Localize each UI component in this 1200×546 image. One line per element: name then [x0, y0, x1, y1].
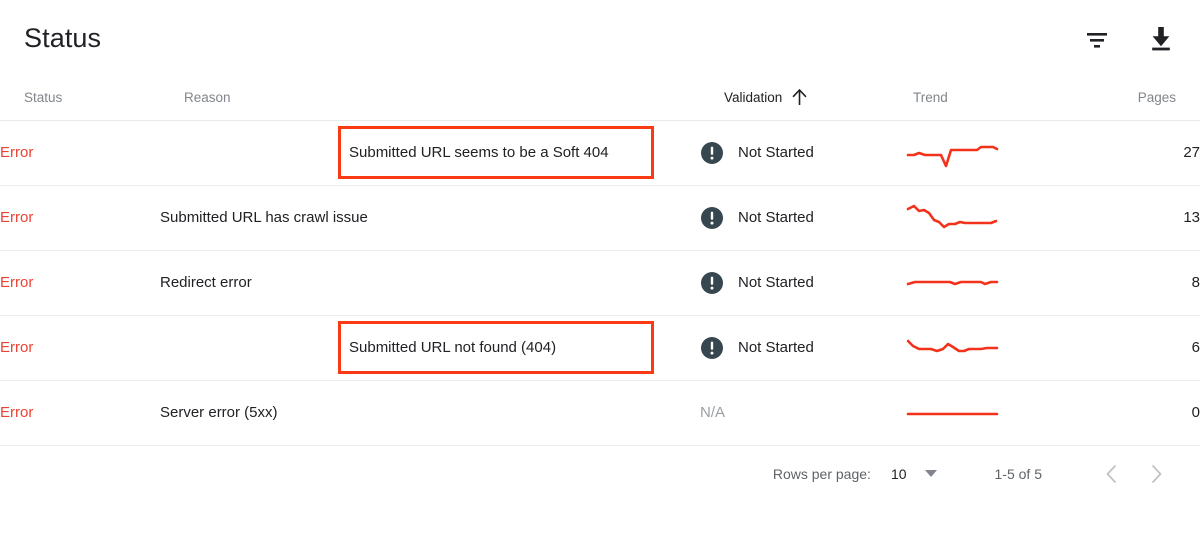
cell-status: Error — [0, 209, 34, 226]
validation-status-text: N/A — [700, 403, 726, 421]
download-button[interactable] — [1144, 21, 1178, 55]
table-row[interactable]: Error Server error (5xx) N/A 0 — [0, 380, 1200, 445]
status-table: Status Reason Validation Trend Pages Err… — [0, 76, 1200, 446]
column-header-status[interactable]: Status — [0, 76, 160, 121]
filter-icon — [1087, 33, 1107, 48]
reason-highlight-box: Submitted URL seems to be a Soft 404 — [338, 126, 654, 179]
trend-sparkline — [906, 145, 999, 167]
cell-reason: Submitted URL has crawl issue — [160, 185, 700, 250]
validation-status-text: Not Started — [738, 209, 814, 226]
cell-validation: Not Started — [700, 250, 905, 315]
cell-status: Error — [0, 404, 34, 421]
column-header-status-label: Status — [24, 90, 63, 106]
previous-page-button[interactable] — [1090, 452, 1134, 496]
column-header-validation-label: Validation — [724, 90, 783, 106]
rows-per-page-select[interactable]: 10 — [891, 466, 937, 482]
cell-pages: 8 — [1191, 274, 1200, 291]
table-pagination: Rows per page: 10 1-5 of 5 — [0, 446, 1200, 502]
cell-reason: Redirect error — [160, 250, 700, 315]
cell-status: Error — [0, 339, 34, 356]
cell-reason: Submitted URL not found (404) — [160, 315, 700, 380]
cell-pages: 13 — [1183, 209, 1200, 226]
table-header: Status Reason Validation Trend Pages — [0, 76, 1200, 121]
trend-sparkline — [906, 280, 999, 285]
cell-reason: Submitted URL seems to be a Soft 404 — [160, 120, 700, 185]
validation-status-text: Not Started — [738, 144, 814, 161]
cell-trend — [905, 185, 1080, 250]
reason-text: Submitted URL has crawl issue — [160, 209, 368, 226]
column-header-trend-label: Trend — [913, 90, 948, 106]
table-row[interactable]: Error Submitted URL seems to be a Soft 4… — [0, 120, 1200, 185]
header-actions — [1080, 21, 1178, 55]
download-icon — [1152, 27, 1170, 51]
reason-text: Redirect error — [160, 274, 252, 291]
table-body: Error Submitted URL seems to be a Soft 4… — [0, 120, 1200, 445]
filter-button[interactable] — [1080, 21, 1114, 55]
chevron-down-icon — [924, 470, 937, 477]
cell-status: Error — [0, 144, 34, 161]
cell-validation: Not Started — [700, 120, 905, 185]
column-header-validation[interactable]: Validation — [700, 76, 905, 121]
reason-highlight-box: Submitted URL not found (404) — [338, 321, 654, 374]
column-header-reason-label: Reason — [184, 90, 231, 106]
cell-pages: 27 — [1183, 144, 1200, 161]
cell-pages: 6 — [1191, 339, 1200, 356]
reason-text: Submitted URL not found (404) — [349, 339, 557, 356]
trend-sparkline — [906, 204, 998, 228]
column-header-pages-label: Pages — [1137, 90, 1176, 106]
exclamation-circle-icon — [701, 271, 723, 294]
cell-validation: Not Started — [700, 315, 905, 380]
page-title: Status — [24, 22, 102, 53]
cell-trend — [905, 250, 1080, 315]
exclamation-circle-icon — [701, 336, 723, 359]
trend-sparkline — [906, 339, 999, 352]
status-page: Status Status Reason Validation Trend Pa… — [0, 0, 1200, 546]
exclamation-circle-icon — [701, 206, 723, 229]
cell-trend — [905, 380, 1080, 445]
cell-pages: 0 — [1191, 404, 1200, 421]
trend-sparkline — [906, 412, 999, 415]
arrow-up-icon — [791, 88, 808, 107]
cell-status: Error — [0, 274, 34, 291]
pagination-range-label: 1-5 of 5 — [994, 465, 1042, 482]
chevron-right-icon — [1152, 464, 1162, 483]
validation-status-text: Not Started — [738, 339, 814, 356]
chevron-left-icon — [1106, 464, 1116, 483]
rows-per-page-label: Rows per page: — [772, 465, 871, 482]
column-header-trend[interactable]: Trend — [905, 76, 1080, 121]
cell-reason: Server error (5xx) — [160, 380, 700, 445]
table-row[interactable]: Error Redirect error Not Started 8 — [0, 250, 1200, 315]
validation-status-text: Not Started — [738, 274, 814, 291]
table-row[interactable]: Error Submitted URL has crawl issue Not … — [0, 185, 1200, 250]
cell-trend — [905, 315, 1080, 380]
cell-validation: Not Started — [700, 185, 905, 250]
column-header-pages[interactable]: Pages — [1080, 76, 1200, 121]
cell-validation: N/A — [700, 380, 905, 445]
exclamation-circle-icon — [701, 141, 723, 164]
cell-trend — [905, 120, 1080, 185]
table-header-row: Status Reason Validation Trend Pages — [0, 76, 1200, 121]
page-header: Status — [0, 0, 1200, 76]
rows-per-page-value: 10 — [890, 465, 907, 482]
next-page-button[interactable] — [1134, 452, 1178, 496]
reason-text: Server error (5xx) — [160, 404, 278, 421]
reason-text: Submitted URL seems to be a Soft 404 — [349, 144, 609, 161]
table-row[interactable]: Error Submitted URL not found (404) Not … — [0, 315, 1200, 380]
column-header-reason[interactable]: Reason — [160, 76, 700, 121]
